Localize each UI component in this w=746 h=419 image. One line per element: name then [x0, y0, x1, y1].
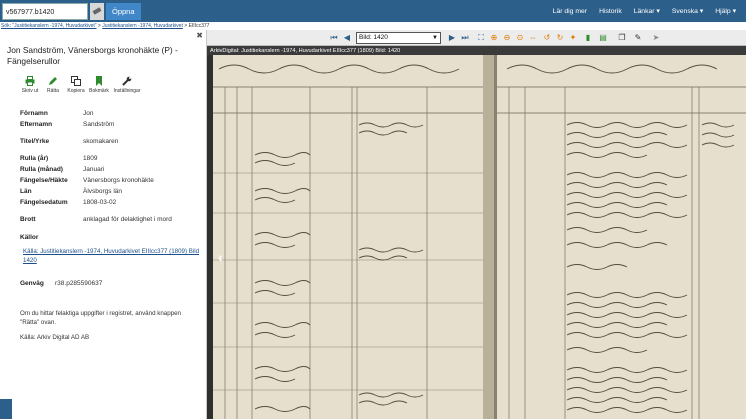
fit-width-icon[interactable]: ⇔ [528, 33, 538, 43]
settings-icon[interactable]: ✎ [633, 33, 643, 43]
field-value: 1808-03-02 [83, 199, 117, 206]
bookmark-label: Bokmärk [89, 88, 109, 94]
field-label: Rulla (år) [20, 155, 49, 162]
correct-button[interactable]: Rätta [43, 76, 63, 94]
breadcrumb-search[interactable]: Sök: "Justitiekanslern -1974, Huvudarkiv… [1, 23, 97, 29]
fit-screen-icon[interactable]: ⛶ [476, 33, 486, 43]
copy-label: Kopiera [67, 88, 85, 94]
field-value: Vänersborgs kronohäkte [83, 177, 154, 184]
menu-language[interactable]: Svenska ▾ [672, 7, 703, 15]
field-value: skomakaren [83, 138, 119, 145]
viewer-toolbar: ⏮ ◀ Bild: 1420 ▼ ▶ ⏭ ⛶ ⊕ ⊖ ⊙ ⇔ ↺ ↻ ✦ ▮ ▤ … [207, 30, 746, 46]
top-bar: v567977.b1420 Öppna Lär dig mer Historik… [0, 0, 746, 22]
image-select-value: Bild: 1420 [359, 34, 388, 41]
sources-heading: Källor [20, 234, 39, 241]
copy-icon[interactable]: ❐ [617, 33, 627, 43]
page-title: Jon Sandström, Vänersborgs kronohäkte (P… [7, 45, 178, 66]
field-label: Efternamn [20, 121, 53, 128]
scanned-ledger-page [207, 55, 746, 419]
field-value: Jon [83, 110, 94, 117]
copy-button[interactable]: Kopiera [66, 76, 86, 94]
menu-links[interactable]: Länkar ▾ [634, 7, 660, 15]
image-caption: ArkivDigital: Justitiekanslern -1974, Hu… [210, 48, 401, 54]
chevron-down-icon: ▼ [432, 35, 438, 41]
send-icon[interactable]: ➤ [651, 33, 661, 43]
accessibility-badge[interactable] [0, 399, 12, 419]
correct-label: Rätta [47, 88, 59, 94]
first-image-icon[interactable]: ⏮ [329, 33, 339, 43]
clear-button[interactable] [90, 2, 104, 20]
field-value: anklagad för delaktighet i mord [83, 216, 172, 223]
previous-image-arrow-icon[interactable]: ‹ [218, 249, 223, 265]
source-link[interactable]: Källa: Justitiekanslern -1974, Huvudarki… [23, 247, 203, 265]
field-label: Rulla (månad) [20, 166, 63, 173]
close-icon[interactable]: ✖ [196, 31, 203, 40]
settings-label: Inställningar [113, 88, 141, 94]
field-value: 1809 [83, 155, 98, 162]
pencil-icon [49, 77, 57, 85]
copy-icon [71, 76, 81, 86]
menu-help[interactable]: Hjälp ▾ [715, 7, 736, 15]
field-label: Län [20, 188, 32, 195]
field-value: Älvsborgs län [83, 188, 123, 195]
credit-text: Källa: Arkiv Digital AD AB [20, 334, 90, 341]
rotate-right-icon[interactable]: ↻ [555, 33, 565, 43]
image-select[interactable]: Bild: 1420 ▼ [356, 32, 441, 44]
settings-button[interactable]: Inställningar [112, 76, 142, 94]
previous-image-icon[interactable]: ◀ [342, 33, 352, 43]
last-image-icon[interactable]: ⏭ [460, 33, 470, 43]
field-label: Fängelsedatum [20, 199, 68, 206]
eraser-icon [92, 7, 102, 15]
zoom-out-icon[interactable]: ⊖ [502, 33, 512, 43]
menu-learn-more[interactable]: Lär dig mer [553, 8, 587, 15]
print-label: Skriv ut [21, 88, 39, 94]
bookmark-icon[interactable]: ▮ [583, 33, 593, 43]
image-viewer: ⏮ ◀ Bild: 1420 ▼ ▶ ⏭ ⛶ ⊕ ⊖ ⊙ ⇔ ↺ ↻ ✦ ▮ ▤ … [207, 30, 746, 419]
shortcut-value: r38.p285590637 [55, 280, 103, 287]
bookmark-icon [96, 76, 102, 86]
field-value: Sandström [83, 121, 115, 128]
source-link-text[interactable]: Källa: Justitiekanslern -1974, Huvudarki… [23, 248, 199, 264]
menu-history[interactable]: Historik [599, 8, 622, 15]
zoom-in-icon[interactable]: ⊕ [489, 33, 499, 43]
field-label: Titel/Yrke [20, 138, 50, 145]
print-button[interactable]: Skriv ut [20, 76, 40, 94]
shortcut-label: Genväg [20, 280, 44, 287]
rotate-left-icon[interactable]: ↺ [542, 33, 552, 43]
adjust-image-icon[interactable]: ✦ [568, 33, 578, 43]
scanned-document-image[interactable]: ‹ [207, 55, 746, 419]
printer-icon [25, 76, 35, 86]
record-toolbar: Skriv ut Rätta Kopiera Bokmärk Inställni… [20, 76, 142, 94]
breadcrumb: Sök: "Justitiekanslern -1974, Huvudarkiv… [0, 22, 746, 30]
wrench-icon [122, 76, 132, 86]
print-icon[interactable]: ▤ [598, 33, 608, 43]
zoom-fit-icon[interactable]: ⊙ [515, 33, 525, 43]
open-button[interactable]: Öppna [106, 2, 141, 20]
record-panel: ✖ Jon Sandström, Vänersborgs kronohäkte … [0, 30, 207, 419]
top-menu: Lär dig mer Historik Länkar ▾ Svenska ▾ … [553, 0, 736, 22]
next-image-icon[interactable]: ▶ [447, 33, 457, 43]
field-label: Brott [20, 216, 36, 223]
breadcrumb-archive[interactable]: Justitiekanslern -1974, Huvudarkivet [102, 23, 183, 29]
field-label: Fängelse/Häkte [20, 177, 68, 184]
field-label: Förnamn [20, 110, 48, 117]
search-input[interactable]: v567977.b1420 [2, 2, 88, 20]
breadcrumb-volume: EIIIcc377 [188, 23, 210, 29]
correction-note: Om du hittar felaktiga uppgifter i regis… [20, 310, 181, 326]
bookmark-button[interactable]: Bokmärk [89, 76, 109, 94]
field-value: Januari [83, 166, 105, 173]
